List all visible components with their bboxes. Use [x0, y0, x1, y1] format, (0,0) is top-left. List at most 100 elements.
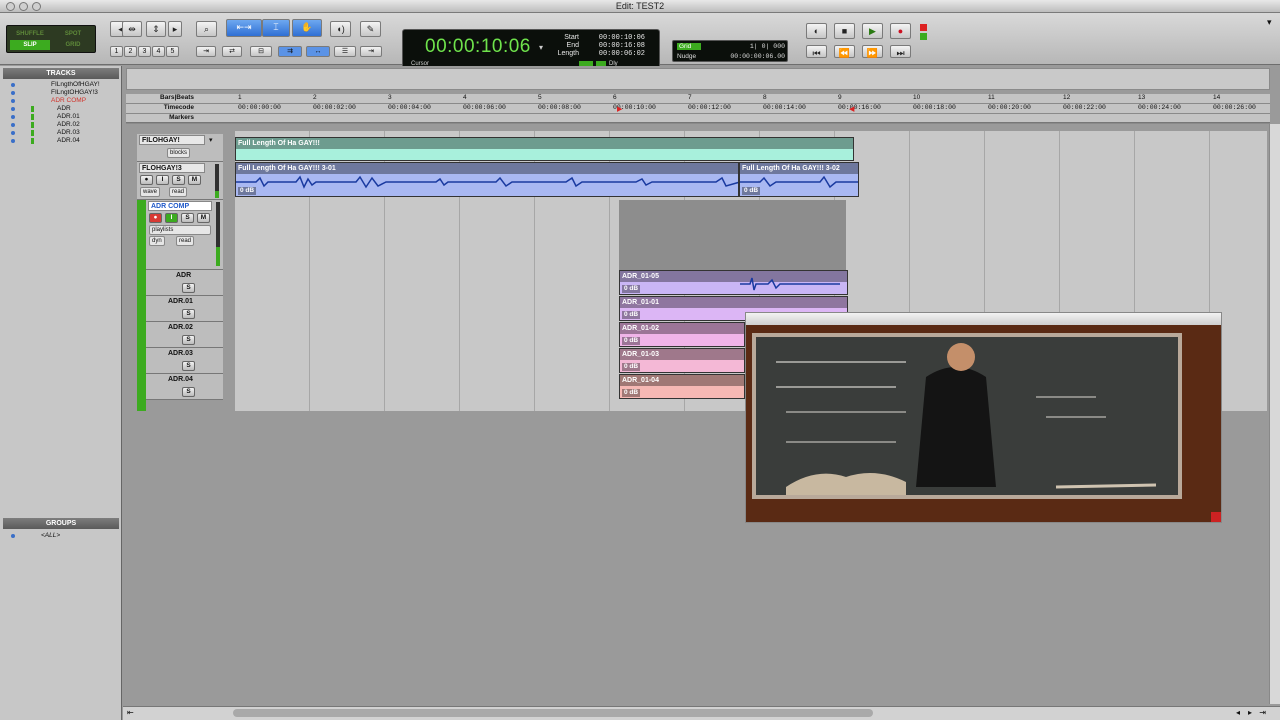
scroll-end-icon[interactable]: ⇥: [1259, 708, 1266, 717]
video-window[interactable]: [745, 312, 1222, 523]
show-track-icon[interactable]: [11, 107, 15, 111]
lane-name[interactable]: ADR.01: [168, 298, 193, 305]
track-list-item[interactable]: FILngthOfHGAY!: [3, 81, 119, 89]
show-track-icon[interactable]: [11, 123, 15, 127]
lane-name[interactable]: ADR.02: [168, 324, 193, 331]
insertion-follows-playback-icon[interactable]: ⇉: [278, 46, 302, 57]
mute-button[interactable]: M: [188, 175, 201, 185]
track-name-filohgay[interactable]: FILOHGAY!: [139, 135, 205, 145]
zoom-preset-4[interactable]: 4: [152, 46, 165, 57]
lane-name[interactable]: ADR.04: [168, 376, 193, 383]
track-list-item[interactable]: ADR.02: [3, 121, 119, 129]
automation-mode-selector[interactable]: read: [169, 187, 188, 197]
bars-beats-ruler[interactable]: Bars|Beats 1 2 3 4 5 6 7 8 9 10 11 12 13 14: [126, 94, 1270, 104]
record-enable-button[interactable]: ●: [149, 213, 162, 223]
track-list-item[interactable]: FILngtOHGAY!3: [3, 89, 119, 97]
show-track-icon[interactable]: [11, 83, 15, 87]
vertical-zoom-icon[interactable]: ⇕: [146, 21, 166, 37]
tab-to-transient-icon[interactable]: ⇥: [196, 46, 216, 57]
horizontal-scrollbar[interactable]: ⇤ ◂ ▸ ⇥: [123, 706, 1280, 720]
solo-button[interactable]: S: [172, 175, 185, 185]
track-name-flohgay3[interactable]: FLOHGAY!3: [139, 163, 205, 173]
online-icon[interactable]: ◐: [806, 23, 827, 39]
close-window-button[interactable]: [6, 2, 15, 11]
dyn-selector[interactable]: dyn: [149, 236, 165, 246]
waveform-zoom-icon[interactable]: ⇹: [122, 21, 142, 37]
group-active-icon[interactable]: [11, 534, 15, 538]
zoom-toggle-icon[interactable]: ☰: [334, 46, 356, 57]
zoom-window-button[interactable]: [32, 2, 41, 11]
slip-mode-button[interactable]: SLIP: [10, 40, 50, 50]
audio-clip[interactable]: ADR_01-04 0 dB: [619, 374, 745, 399]
input-monitor-button[interactable]: I: [165, 213, 178, 223]
audio-clip[interactable]: ADR_01-05 0 dB: [619, 270, 848, 295]
grid-mode-button[interactable]: GRID: [53, 40, 93, 50]
solo-button[interactable]: S: [182, 283, 195, 293]
link-timeline-icon[interactable]: ⇄: [222, 46, 242, 57]
minimize-window-button[interactable]: [19, 2, 28, 11]
end-value[interactable]: 00:00:16:08: [585, 42, 645, 50]
record-enable-button[interactable]: ●: [140, 175, 153, 185]
stop-icon[interactable]: ■: [834, 23, 855, 39]
lane-name[interactable]: ADR.03: [168, 350, 193, 357]
link-track-selection-icon[interactable]: ⊟: [250, 46, 272, 57]
mirrored-midi-icon[interactable]: ↔: [306, 46, 330, 57]
track-view-selector[interactable]: wave: [140, 187, 161, 197]
universe-overview[interactable]: [126, 68, 1270, 90]
play-icon[interactable]: ▶: [862, 23, 883, 39]
pencil-tool-icon[interactable]: ✎: [360, 21, 381, 37]
grabber-tool-icon[interactable]: ✋: [292, 19, 322, 37]
track-list-item[interactable]: ADR COMP: [3, 97, 119, 105]
record-icon[interactable]: ●: [890, 23, 911, 39]
zoom-preset-3[interactable]: 3: [138, 46, 151, 57]
show-track-icon[interactable]: [11, 131, 15, 135]
scroll-left-arrow-icon[interactable]: ◂: [1236, 708, 1240, 717]
audio-clip[interactable]: ADR_01-02 0 dB: [619, 322, 745, 347]
grid-label[interactable]: Grid: [677, 43, 701, 50]
rewind-icon[interactable]: ⏪: [834, 45, 855, 58]
track-view-selector[interactable]: playlists: [149, 225, 211, 235]
solo-button[interactable]: S: [182, 335, 195, 345]
track-name-adr-comp[interactable]: ADR COMP: [148, 201, 212, 211]
tracks-panel-header[interactable]: TRACKS: [3, 68, 119, 79]
video-window-title-bar[interactable]: [746, 313, 1221, 325]
automation-mode-selector[interactable]: read: [176, 236, 195, 246]
audio-clip[interactable]: Full Length Of Ha GAY!!! 3-02 0 dB: [739, 162, 859, 197]
start-value[interactable]: 00:00:10:06: [585, 34, 645, 42]
nudge-value[interactable]: 00:00:00:06.00: [711, 53, 785, 60]
track-list-item[interactable]: ADR: [3, 105, 119, 113]
lane-name[interactable]: ADR: [176, 272, 191, 279]
input-monitor-button[interactable]: I: [156, 175, 169, 185]
scrubber-tool-icon[interactable]: ◖): [330, 21, 351, 37]
groups-panel-header[interactable]: GROUPS: [3, 518, 119, 529]
track-list-item[interactable]: ADR.03: [3, 129, 119, 137]
scroll-left-icon[interactable]: ⇤: [127, 708, 134, 717]
show-track-icon[interactable]: [11, 99, 15, 103]
show-track-icon[interactable]: [11, 139, 15, 143]
zoom-preset-5[interactable]: 5: [166, 46, 179, 57]
playlist-selection-region[interactable]: [619, 200, 846, 270]
solo-button[interactable]: S: [182, 387, 195, 397]
fast-forward-icon[interactable]: ⏩: [862, 45, 883, 58]
timecode-ruler[interactable]: Timecode 00:00:00:00 00:00:02:00 00:00:04:…: [126, 104, 1270, 114]
return-to-zero-icon[interactable]: ⏮: [806, 45, 827, 58]
markers-ruler[interactable]: Markers: [126, 114, 1270, 124]
audio-clip[interactable]: Full Length Of Ha GAY!!! 3-01 0 dB: [235, 162, 739, 197]
go-to-end-icon[interactable]: ⏭: [890, 45, 911, 58]
length-value[interactable]: 00:00:06:02: [585, 50, 645, 58]
selection-start-marker-icon[interactable]: ▶: [617, 105, 622, 113]
shuffle-mode-button[interactable]: SHUFFLE: [10, 29, 50, 39]
main-time-counter[interactable]: 00:00:10:06: [425, 36, 531, 58]
scroll-right-arrow-icon[interactable]: ▸: [1248, 708, 1252, 717]
selector-tool-icon[interactable]: ⌶: [262, 19, 290, 37]
solo-button[interactable]: S: [182, 309, 195, 319]
spot-mode-button[interactable]: SPOT: [53, 29, 93, 39]
show-track-icon[interactable]: [11, 115, 15, 119]
audio-clip[interactable]: Full Length Of Ha GAY!!!: [235, 137, 854, 161]
zoom-preset-2[interactable]: 2: [124, 46, 137, 57]
track-list-item[interactable]: ADR.01: [3, 113, 119, 121]
zoomer-tool-icon[interactable]: ⌕: [196, 21, 217, 37]
selection-end-marker-icon[interactable]: ◀: [849, 105, 854, 113]
zoom-in-horizontal-button[interactable]: ▸: [168, 21, 182, 37]
counter-dropdown-icon[interactable]: ▾: [539, 43, 543, 52]
